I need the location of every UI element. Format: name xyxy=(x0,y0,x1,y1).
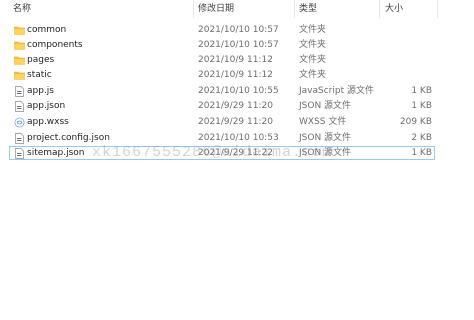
column-divider[interactable] xyxy=(193,0,194,18)
file-date: 2021/10/9 11:12 xyxy=(198,70,273,80)
column-date-header[interactable]: 修改日期 xyxy=(198,0,234,18)
json-file-icon xyxy=(15,148,24,159)
folder-icon xyxy=(14,41,25,50)
column-divider[interactable] xyxy=(379,0,380,18)
file-date: 2021/10/10 10:55 xyxy=(198,86,279,96)
watermark-text: xk1667555286@aidaima.com xyxy=(92,144,333,161)
file-type: 文件夹 xyxy=(299,40,327,50)
file-row[interactable]: static 2021/10/9 11:12 文件夹 xyxy=(0,68,474,83)
file-type: JSON 源文件 xyxy=(299,101,352,111)
file-name: components xyxy=(27,40,83,50)
file-name: common xyxy=(27,25,67,35)
column-header: ^ 名称 修改日期 类型 大小 xyxy=(0,0,474,18)
file-size: 1 KB xyxy=(411,148,432,158)
file-date: 2021/10/9 11:12 xyxy=(198,55,273,65)
file-row[interactable]: app.wxss 2021/9/29 11:20 WXSS 文件 209 KB xyxy=(0,115,474,130)
file-type: WXSS 文件 xyxy=(299,117,347,127)
js-file-icon xyxy=(15,86,24,97)
folder-icon xyxy=(14,56,25,65)
file-name: static xyxy=(27,70,52,80)
file-row[interactable]: common 2021/10/10 10:57 文件夹 xyxy=(0,23,474,38)
file-name: sitemap.json xyxy=(27,148,85,158)
sort-up-arrow-icon[interactable]: ^ xyxy=(98,0,104,4)
column-divider[interactable] xyxy=(437,0,438,18)
column-type-header[interactable]: 类型 xyxy=(299,0,317,18)
column-divider[interactable] xyxy=(294,0,295,18)
json-file-icon xyxy=(15,101,24,112)
file-type: 文件夹 xyxy=(299,25,327,35)
wxss-file-icon xyxy=(14,117,25,128)
file-name: app.json xyxy=(27,101,66,111)
file-date: 2021/10/10 10:57 xyxy=(198,40,279,50)
file-row[interactable]: app.json 2021/9/29 11:20 JSON 源文件 1 KB xyxy=(0,99,474,114)
json-file-icon xyxy=(15,133,24,144)
column-name-header[interactable]: 名称 xyxy=(13,0,31,18)
file-size: 1 KB xyxy=(411,101,432,111)
file-size: 209 KB xyxy=(399,117,432,127)
file-date: 2021/10/10 10:57 xyxy=(198,25,279,35)
file-row[interactable]: components 2021/10/10 10:57 文件夹 xyxy=(0,38,474,53)
column-size-header[interactable]: 大小 xyxy=(385,0,403,18)
folder-icon xyxy=(14,71,25,80)
file-name: app.js xyxy=(27,86,54,96)
file-type: JavaScript 源文件 xyxy=(299,86,374,96)
file-row[interactable]: app.js 2021/10/10 10:55 JavaScript 源文件 1… xyxy=(0,84,474,99)
file-size: 1 KB xyxy=(411,86,432,96)
file-date: 2021/9/29 11:20 xyxy=(198,117,273,127)
file-size: 2 KB xyxy=(411,133,432,143)
file-row[interactable]: pages 2021/10/9 11:12 文件夹 xyxy=(0,53,474,68)
file-name: pages xyxy=(27,55,55,65)
file-type: 文件夹 xyxy=(299,70,327,80)
file-type: 文件夹 xyxy=(299,55,327,65)
folder-icon xyxy=(14,26,25,35)
file-name: app.wxss xyxy=(27,117,69,127)
file-date: 2021/9/29 11:20 xyxy=(198,101,273,111)
